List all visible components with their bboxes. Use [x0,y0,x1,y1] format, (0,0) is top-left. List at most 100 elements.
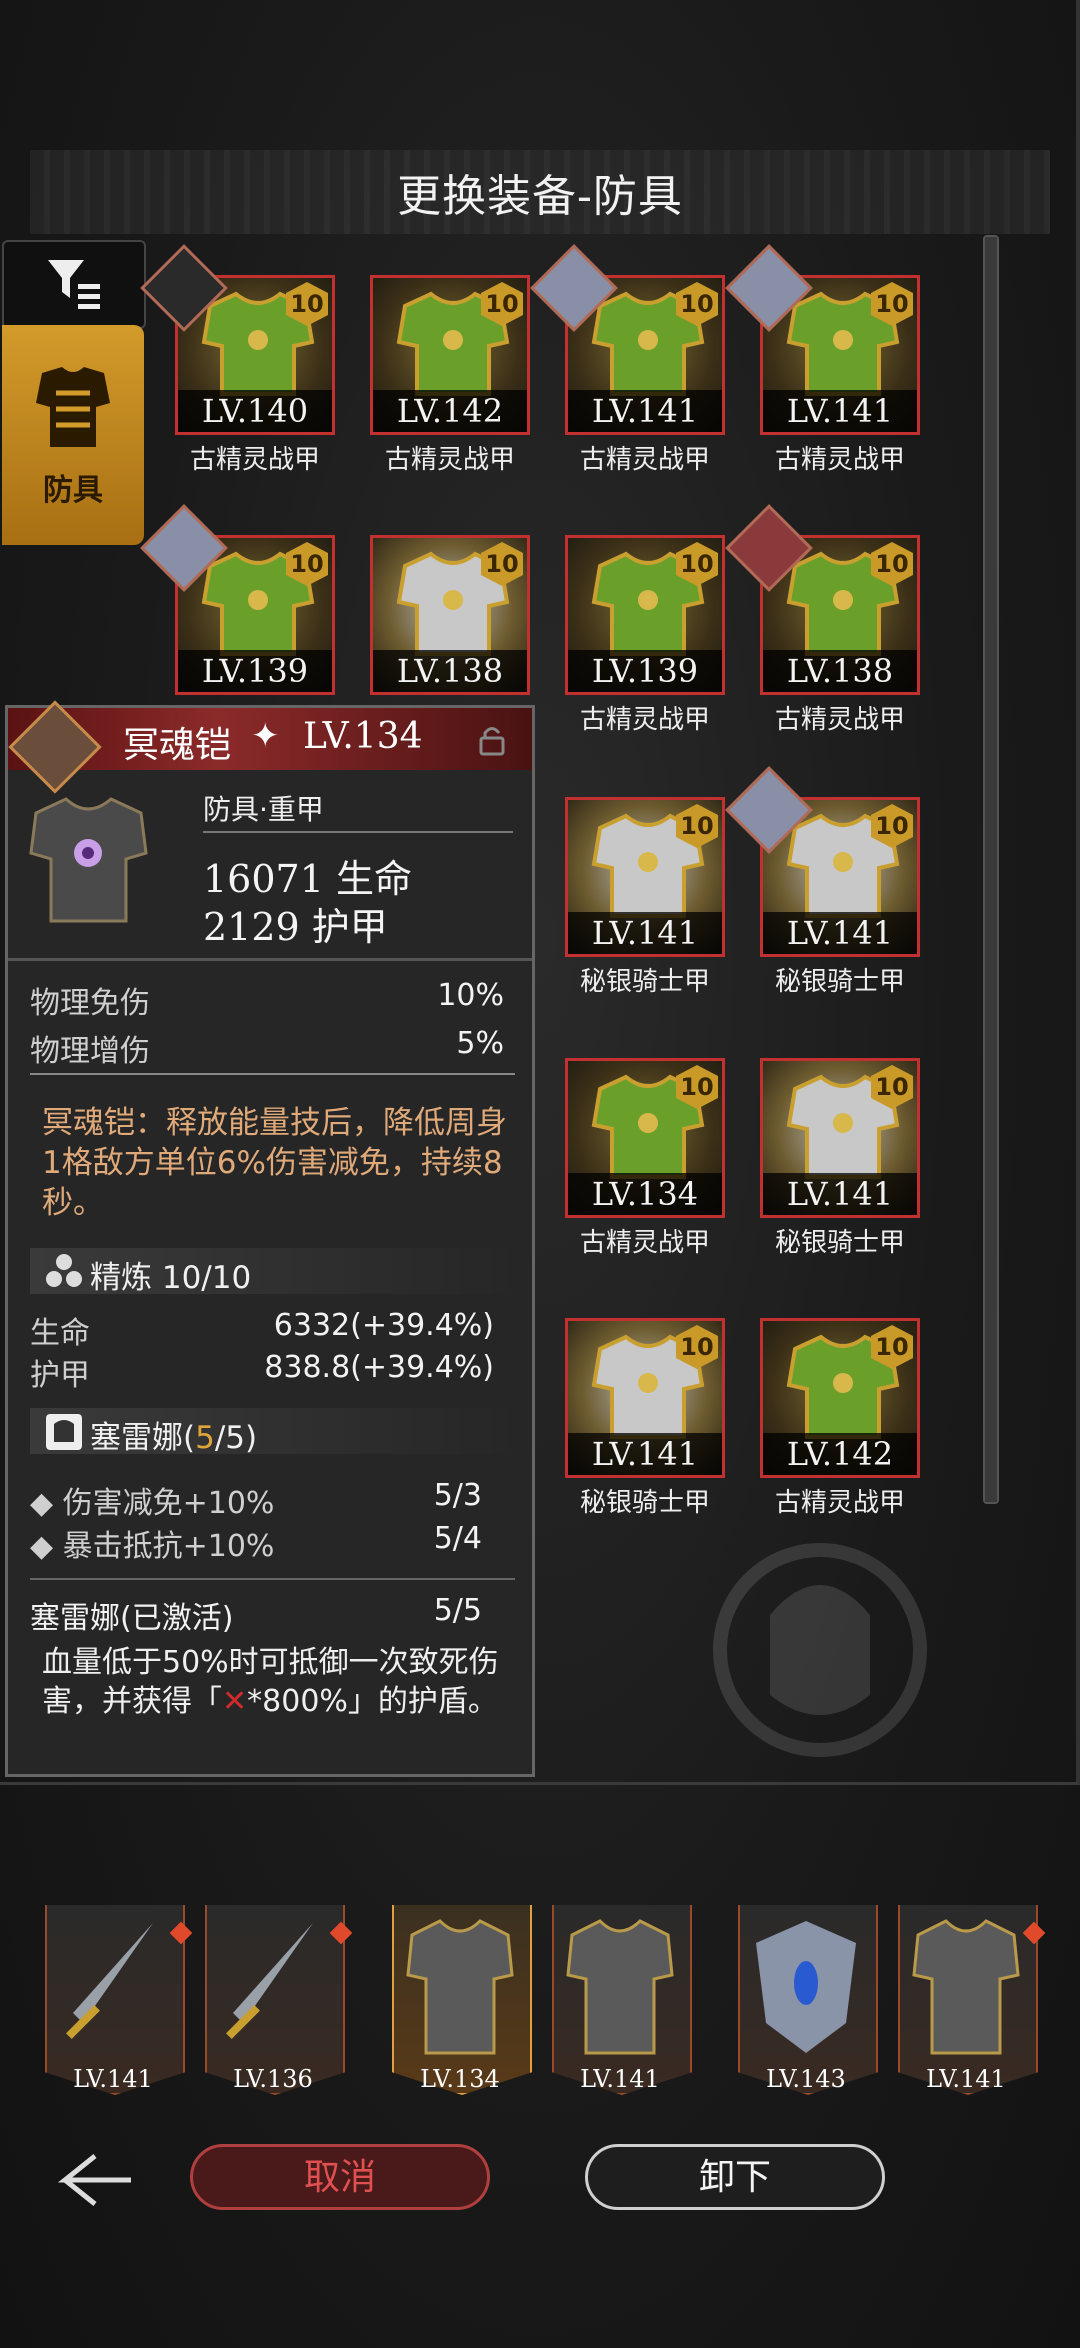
armor-card-name: 古精灵战甲 [579,1228,710,1258]
physical-damage-label: 物理增伤 [30,1034,150,1069]
divider [30,1578,515,1580]
page-title: 更换装备-防具 [397,171,683,222]
equipped-level: LV.136 [233,2065,313,2093]
armor-card[interactable]: 10 LV.141 秘银骑士甲 [565,1318,725,1519]
item-name: 冥魂铠 [123,725,232,766]
equipped-slot[interactable]: LV.134 [392,1905,532,2105]
set-bonus-2: ◆ 暴击抵抗+10% [30,1529,275,1564]
set-active-value: 5/5 [433,1593,482,1628]
set-bonus-1: ◆ 伤害减免+10% [30,1486,275,1521]
armor-card-name: 古精灵战甲 [579,705,710,735]
set-bonus-1-value: 5/3 [433,1478,482,1513]
armor-card-name: 秘银骑士甲 [774,967,905,997]
armor-card[interactable]: 10 LV.141 秘银骑士甲 [725,766,920,998]
item-type: 防具·重甲 [203,793,324,826]
armor-card-level: LV.141 [568,912,722,954]
armor-card[interactable]: 10 LV.140 古精灵战甲 [140,244,335,476]
item-effect-text: 冥魂铠：释放能量技后，降低周身1格敌方单位6%伤害减免，持续8秒。 [42,1105,507,1221]
knight-emblem-icon [713,1543,927,1757]
armor-card[interactable]: 10 LV.141 古精灵战甲 [725,244,920,476]
armor-icon [566,1919,674,2055]
filter-button[interactable] [2,240,146,329]
armor-card-image: 10 LV.139 [565,535,725,695]
armor-card[interactable]: 10 LV.138 [370,535,530,695]
refine-title: 精炼 10/10 [90,1260,252,1296]
divider [8,958,532,961]
unload-button[interactable]: 卸下 [585,2144,885,2210]
armor-card-name: 古精灵战甲 [774,1488,905,1518]
armor-card-name: 古精灵战甲 [579,445,710,475]
armor-card-level: LV.139 [568,650,722,692]
cancel-button[interactable]: 取消 [190,2144,490,2210]
equipped-level: LV.141 [580,2065,660,2093]
armor-card-level: LV.138 [373,650,527,692]
set-header: 塞雷娜(5/5) [30,1408,525,1456]
tab-armor[interactable]: 防具 [2,325,144,545]
refine-armor-value: 838.8(+39.4%) [264,1350,494,1385]
stat-hp: 16071 生命 [203,857,412,901]
armor-card-level: LV.142 [763,1433,917,1475]
armor-card-name: 秘银骑士甲 [579,1488,710,1518]
set-effect-text: 血量低于50%时可抵御一次致死伤害，并获得「✕*800%」的护盾。 [42,1645,499,1719]
chest-armor-icon [36,367,110,447]
set-active-label: 塞雷娜(已激活) [30,1601,234,1636]
physical-reduction-label: 物理免伤 [30,986,150,1021]
equipped-level: LV.141 [73,2065,153,2093]
equipped-slot[interactable]: LV.141 [45,1905,193,2105]
lock-icon[interactable] [478,724,506,756]
armor-card[interactable]: 10 LV.134 古精灵战甲 [565,1058,725,1259]
stat-armor: 2129 护甲 [203,905,388,949]
detail-header: 冥魂铠 ✦ LV.134 [8,700,532,794]
crossed-swords-icon: ✕ [222,1684,248,1719]
armor-card-level: LV.142 [373,390,527,432]
armor-card-name: 古精灵战甲 [189,445,320,475]
scrollbar[interactable] [983,235,999,1504]
refine-armor-label: 护甲 [30,1358,90,1393]
heavy-armor-image [29,797,148,923]
item-detail-panel: 冥魂铠 ✦ LV.134 防具·重甲 16071 生命 2129 护甲 物理免伤… [5,700,535,1777]
armor-card-image: 10 LV.141 [760,1058,920,1218]
armor-card-name: 古精灵战甲 [384,445,515,475]
sword-icon [226,1923,313,2039]
equipped-slot[interactable]: LV.141 [552,1905,692,2105]
sword-icon [66,1923,153,2039]
back-icon[interactable] [55,2150,135,2210]
armor-card-image: 10 LV.134 [565,1058,725,1218]
refine-icon [46,1254,82,1287]
knight-helmet-icon [46,1414,82,1450]
sparkle-icon: ✦ [251,716,280,756]
armor-card-level: LV.139 [178,650,332,692]
armor-card[interactable]: 10 LV.142 古精灵战甲 [760,1318,920,1519]
physical-damage-value: 5% [456,1026,504,1061]
armor-card-name: 秘银骑士甲 [579,967,710,997]
armor-card-name: 秘银骑士甲 [774,1228,905,1258]
equipped-slot[interactable]: LV.136 [205,1905,353,2105]
armor-card[interactable]: 10 LV.138 古精灵战甲 [725,504,920,736]
armor-card-level: LV.140 [178,390,332,432]
filter-icon [48,260,100,309]
equipped-slot[interactable]: LV.141 [898,1905,1046,2105]
tab-armor-label: 防具 [43,473,103,508]
armor-card[interactable]: 10 LV.141 秘银骑士甲 [760,1058,920,1259]
armor-card-name: 古精灵战甲 [774,445,905,475]
set-title: 塞雷娜(5/5) [90,1420,258,1456]
armor-card[interactable]: 10 LV.139 古精灵战甲 [565,535,725,736]
equipped-slot[interactable]: LV.143 [738,1905,878,2105]
refine-hp-label: 生命 [30,1316,90,1351]
armor-card[interactable]: 10 LV.142 古精灵战甲 [370,275,530,476]
equipped-level: LV.134 [420,2065,500,2093]
owner-avatar [8,700,102,794]
armor-card[interactable]: 10 LV.139 [140,504,335,695]
scroll-thumb[interactable] [985,237,997,1502]
armor-card-level: LV.141 [763,1173,917,1215]
armor-card[interactable]: 10 LV.141 古精灵战甲 [530,244,725,476]
armor-card-image: 10 LV.141 [565,1318,725,1478]
item-level: LV.134 [303,716,423,757]
armor-card[interactable]: 10 LV.141 秘银骑士甲 [565,797,725,998]
equipped-level: LV.141 [926,2065,1006,2093]
physical-reduction-value: 10% [437,978,504,1013]
armor-card-image: 10 LV.142 [760,1318,920,1478]
armor-card-image: 10 LV.138 [370,535,530,695]
refine-header: 精炼 10/10 [30,1248,525,1296]
armor-card-level: LV.134 [568,1173,722,1215]
